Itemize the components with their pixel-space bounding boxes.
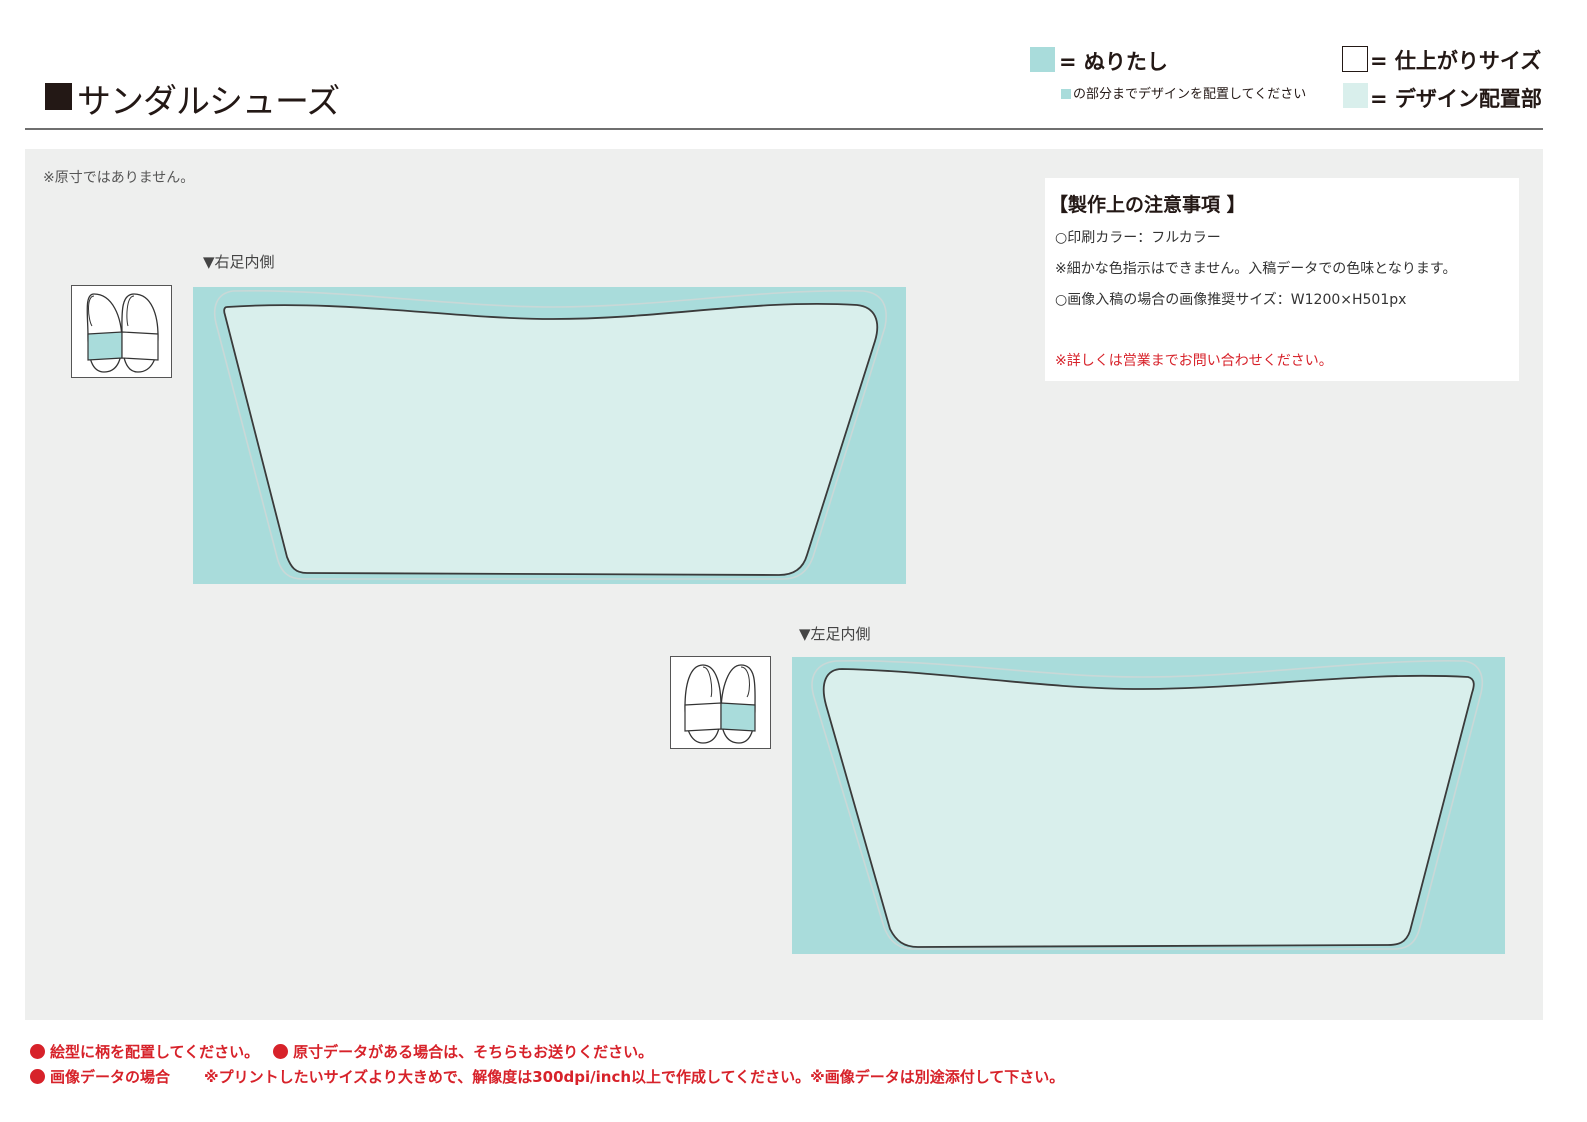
bullet-dot-icon [30,1044,45,1059]
trim-legend-label: = 仕上がりサイズ [1370,49,1542,73]
note-color-spec: ※細かな色指示はできません。入稿データでの色味となります。 [1055,261,1457,277]
bullet-dot-icon [30,1069,45,1084]
right-design-area [223,302,879,576]
footer-item-3-detail: ※プリントしたいサイズより大きめで、解像度は300dpi/inch以上で作成して… [204,1068,1065,1086]
footer-item-1: 絵型に柄を配置してください。 [50,1043,260,1061]
note-image-size: ○画像入稿の場合の画像推奨サイズ：W1200×H501px [1055,292,1407,308]
note-print-color: ○印刷カラー：フルカラー [1055,230,1221,246]
footer-line-2: 画像データの場合 ※プリントしたいサイズより大きめで、解像度は300dpi/inc… [30,1066,1064,1087]
footer-item-2: 原寸データがある場合は、そちらもお送りください。 [293,1043,654,1061]
design-area-legend-label: = デザイン配置部 [1370,87,1542,111]
left-foot-print-area [792,657,1505,954]
bleed-note-text: の部分までデザインを配置してください [1073,87,1307,102]
page-title: サンダルシューズ [77,82,340,122]
bullet-dot-icon [273,1044,289,1059]
production-notes-title: 【製作上の注意事項 】 [1049,194,1246,216]
trim-swatch [1342,46,1368,72]
right-sandal-highlight-icon [71,285,172,378]
left-sandal-highlight-icon [670,656,771,749]
footer-line-1: 絵型に柄を配置してください。 原寸データがある場合は、そちらもお送りください。 [30,1041,653,1062]
note-contact-sales: ※詳しくは営業までお問い合わせください。 [1055,353,1333,369]
right-foot-print-area [193,287,906,584]
bleed-mini-swatch [1061,89,1071,99]
left-design-area [822,668,1475,948]
footer-item-3: 画像データの場合 [50,1068,171,1086]
design-area-swatch [1343,83,1368,108]
bleed-legend-note: の部分までデザインを配置してください [1061,83,1306,102]
header-divider [25,128,1543,130]
bleed-legend-label: = ぬりたし [1059,50,1168,74]
right-foot-label: ▼右足内側 [203,253,275,271]
scale-note: ※原寸ではありません。 [43,170,195,186]
left-foot-label: ▼左足内側 [799,625,871,643]
title-square-icon [45,83,72,110]
bleed-swatch [1030,47,1055,72]
